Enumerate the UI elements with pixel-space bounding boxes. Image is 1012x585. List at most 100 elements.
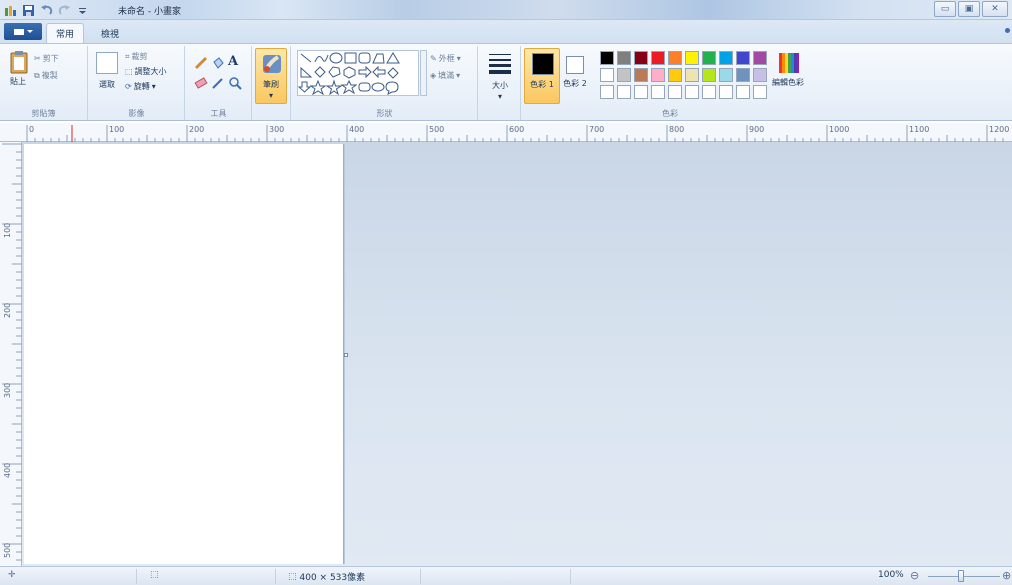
palette-swatch[interactable]: [702, 51, 716, 65]
select-label: 選取: [99, 80, 115, 89]
brushes-group: 筆刷 ▾: [253, 46, 291, 120]
zoom-slider-thumb[interactable]: [958, 570, 964, 582]
quick-access-toolbar: [3, 2, 90, 18]
minimize-button[interactable]: ▭: [934, 1, 956, 17]
title-bar: 未命名 - 小畫家 ▭ ▣ ✕: [0, 0, 1012, 20]
color-picker-icon[interactable]: [211, 76, 225, 90]
palette-swatch[interactable]: [719, 51, 733, 65]
palette-swatch[interactable]: [600, 85, 614, 99]
customize-qat-icon[interactable]: [75, 3, 90, 18]
selection-icon: ⬚: [150, 570, 159, 580]
eraser-icon[interactable]: [194, 76, 208, 90]
paint-menu-button[interactable]: [4, 23, 42, 40]
copy-icon: ⧉: [34, 70, 40, 80]
ruler-label: 800: [669, 125, 685, 134]
palette-swatch[interactable]: [668, 68, 682, 82]
crosshair-icon: ✛: [8, 570, 16, 580]
resize-button[interactable]: ⬚ 調整大小: [125, 66, 167, 77]
image-size-icon: ⬚: [288, 571, 297, 582]
palette-swatch[interactable]: [702, 85, 716, 99]
shapes-gallery[interactable]: [297, 50, 419, 96]
palette-swatch[interactable]: [685, 68, 699, 82]
palette-swatch[interactable]: [600, 68, 614, 82]
ruler-label: 200: [189, 125, 205, 134]
color1-button[interactable]: 色彩 1: [524, 48, 560, 104]
close-button[interactable]: ✕: [982, 1, 1008, 17]
window-title: 未命名 - 小畫家: [118, 7, 181, 17]
shapes-group: ✎ 外框 ▾ ◈ 填滿 ▾ 形狀: [292, 46, 478, 120]
shapes-scrollbar[interactable]: [420, 50, 427, 96]
undo-icon[interactable]: [39, 3, 54, 18]
palette-swatch[interactable]: [668, 85, 682, 99]
palette-swatch[interactable]: [668, 51, 682, 65]
palette-swatch[interactable]: [617, 85, 631, 99]
help-icon[interactable]: [1005, 28, 1010, 33]
cut-button[interactable]: ✂ 剪下: [34, 53, 59, 64]
image-group: 選取 ⌗ 裁剪 ⬚ 調整大小 ⟳ 旋轉 ▾ 影像: [89, 46, 185, 120]
zoom-slider[interactable]: [928, 576, 1000, 577]
palette-swatch[interactable]: [753, 68, 767, 82]
palette-swatch[interactable]: [736, 51, 750, 65]
palette-swatch[interactable]: [685, 51, 699, 65]
canvas-resize-handle[interactable]: [344, 353, 348, 357]
brushes-button[interactable]: 筆刷 ▾: [255, 48, 287, 104]
tab-home[interactable]: 常用: [46, 23, 85, 43]
rotate-button[interactable]: ⟳ 旋轉 ▾: [125, 81, 156, 92]
ruler-label: 300: [269, 125, 285, 134]
palette-swatch[interactable]: [617, 51, 631, 65]
status-separator: [570, 569, 571, 584]
outline-button[interactable]: ✎ 外框 ▾: [430, 53, 461, 64]
palette-swatch[interactable]: [651, 68, 665, 82]
maximize-button[interactable]: ▣: [958, 1, 980, 17]
palette-swatch[interactable]: [600, 51, 614, 65]
cut-label: 剪下: [42, 54, 59, 63]
palette-swatch[interactable]: [634, 51, 648, 65]
palette-swatch[interactable]: [753, 85, 767, 99]
fill-button[interactable]: ◈ 填滿 ▾: [430, 70, 460, 81]
status-separator: [420, 569, 421, 584]
palette-swatch[interactable]: [617, 68, 631, 82]
palette-swatch[interactable]: [736, 85, 750, 99]
ruler-label: 100: [109, 125, 125, 134]
palette-swatch[interactable]: [736, 68, 750, 82]
pencil-icon[interactable]: [194, 56, 208, 70]
line-size-icon: [489, 54, 511, 74]
chevron-down-icon: ▾: [151, 82, 156, 91]
ruler-label: 0: [29, 125, 35, 134]
text-tool-icon[interactable]: A: [228, 54, 242, 69]
palette-swatch[interactable]: [719, 85, 733, 99]
drawing-canvas[interactable]: [24, 144, 344, 564]
paste-button[interactable]: [10, 50, 28, 74]
palette-swatch[interactable]: [651, 51, 665, 65]
save-icon[interactable]: [21, 3, 36, 18]
magnifier-icon[interactable]: [228, 76, 242, 90]
zoom-in-button[interactable]: ⊕: [1002, 569, 1011, 582]
tab-view[interactable]: 檢視: [92, 23, 128, 43]
copy-button[interactable]: ⧉ 複製: [34, 70, 58, 81]
crop-button[interactable]: ⌗ 裁剪: [125, 51, 148, 62]
zoom-out-button[interactable]: ⊖: [910, 569, 919, 582]
color2-button[interactable]: 色彩 2: [562, 48, 598, 104]
palette-swatch[interactable]: [651, 85, 665, 99]
fill-bucket-icon[interactable]: [211, 56, 225, 70]
rotate-label: 旋轉: [133, 82, 150, 91]
select-button[interactable]: [96, 52, 118, 74]
resize-label: 調整大小: [134, 67, 167, 76]
edit-colors-button[interactable]: 編輯色彩: [772, 50, 818, 100]
shapes-icon: [297, 52, 400, 96]
redo-icon[interactable]: [57, 3, 72, 18]
ruler-label: 200: [3, 302, 12, 318]
palette-swatch[interactable]: [634, 68, 648, 82]
ribbon: 貼上 ✂ 剪下 ⧉ 複製 剪貼簿 選取 ⌗ 裁剪 ⬚ 調整大小 ⟳ 旋轉 ▾ 影像 A 工具: [0, 43, 1012, 121]
palette-swatch[interactable]: [702, 68, 716, 82]
palette-swatch[interactable]: [753, 51, 767, 65]
paint-app-icon[interactable]: [3, 3, 18, 18]
size-group[interactable]: 大小 ▾: [479, 46, 521, 120]
ruler-label: 1100: [909, 125, 930, 134]
palette-swatch[interactable]: [634, 85, 648, 99]
palette-swatch[interactable]: [719, 68, 733, 82]
resize-icon: ⬚: [125, 67, 133, 76]
copy-label: 複製: [41, 71, 58, 80]
clipboard-group-label: 剪貼簿: [31, 109, 56, 118]
palette-swatch[interactable]: [685, 85, 699, 99]
